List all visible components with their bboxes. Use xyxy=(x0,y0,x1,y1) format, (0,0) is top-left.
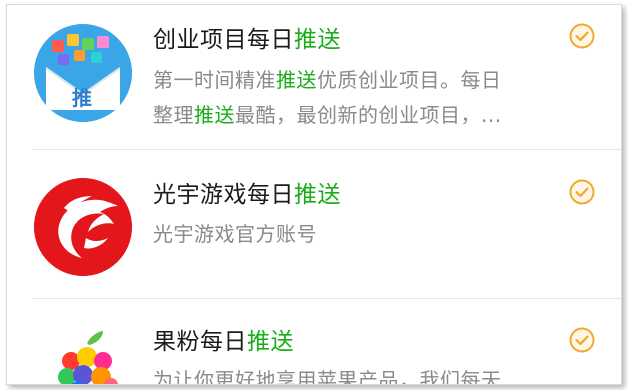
check-icon[interactable] xyxy=(569,179,595,205)
avatar-badge: 推 xyxy=(72,86,92,110)
avatar xyxy=(34,178,132,276)
subscription-list: 推 创业项目每日推送 第一时间精准推送优质创业项目。每日 整理推送最酷，最创新的… xyxy=(6,4,622,385)
apple-icon xyxy=(58,331,118,384)
item-title: 果粉每日推送 xyxy=(153,329,294,355)
list-item-guangyu-push[interactable]: 光宇游戏每日推送 光宇游戏官方账号 xyxy=(7,150,621,298)
item-title: 光宇游戏每日推送 xyxy=(153,182,341,208)
check-icon[interactable] xyxy=(569,23,595,49)
list-item-applefans-push[interactable]: 果粉每日推送 为让你更好地享用苹果产品，我们每天 xyxy=(7,299,621,385)
avatar: 推 xyxy=(34,24,132,122)
phoenix-logo-icon xyxy=(34,178,132,276)
item-description: 为让你更好地享用苹果产品，我们每天 xyxy=(153,368,502,385)
check-icon[interactable] xyxy=(569,327,595,353)
item-title: 创业项目每日推送 xyxy=(153,27,341,53)
item-description: 第一时间精准推送优质创业项目。每日 整理推送最酷，最创新的创业项目，... xyxy=(153,68,502,127)
item-description: 光宇游戏官方账号 xyxy=(153,222,317,246)
list-item-startup-push[interactable]: 推 创业项目每日推送 第一时间精准推送优质创业项目。每日 整理推送最酷，最创新的… xyxy=(7,5,621,153)
avatar xyxy=(47,327,127,384)
